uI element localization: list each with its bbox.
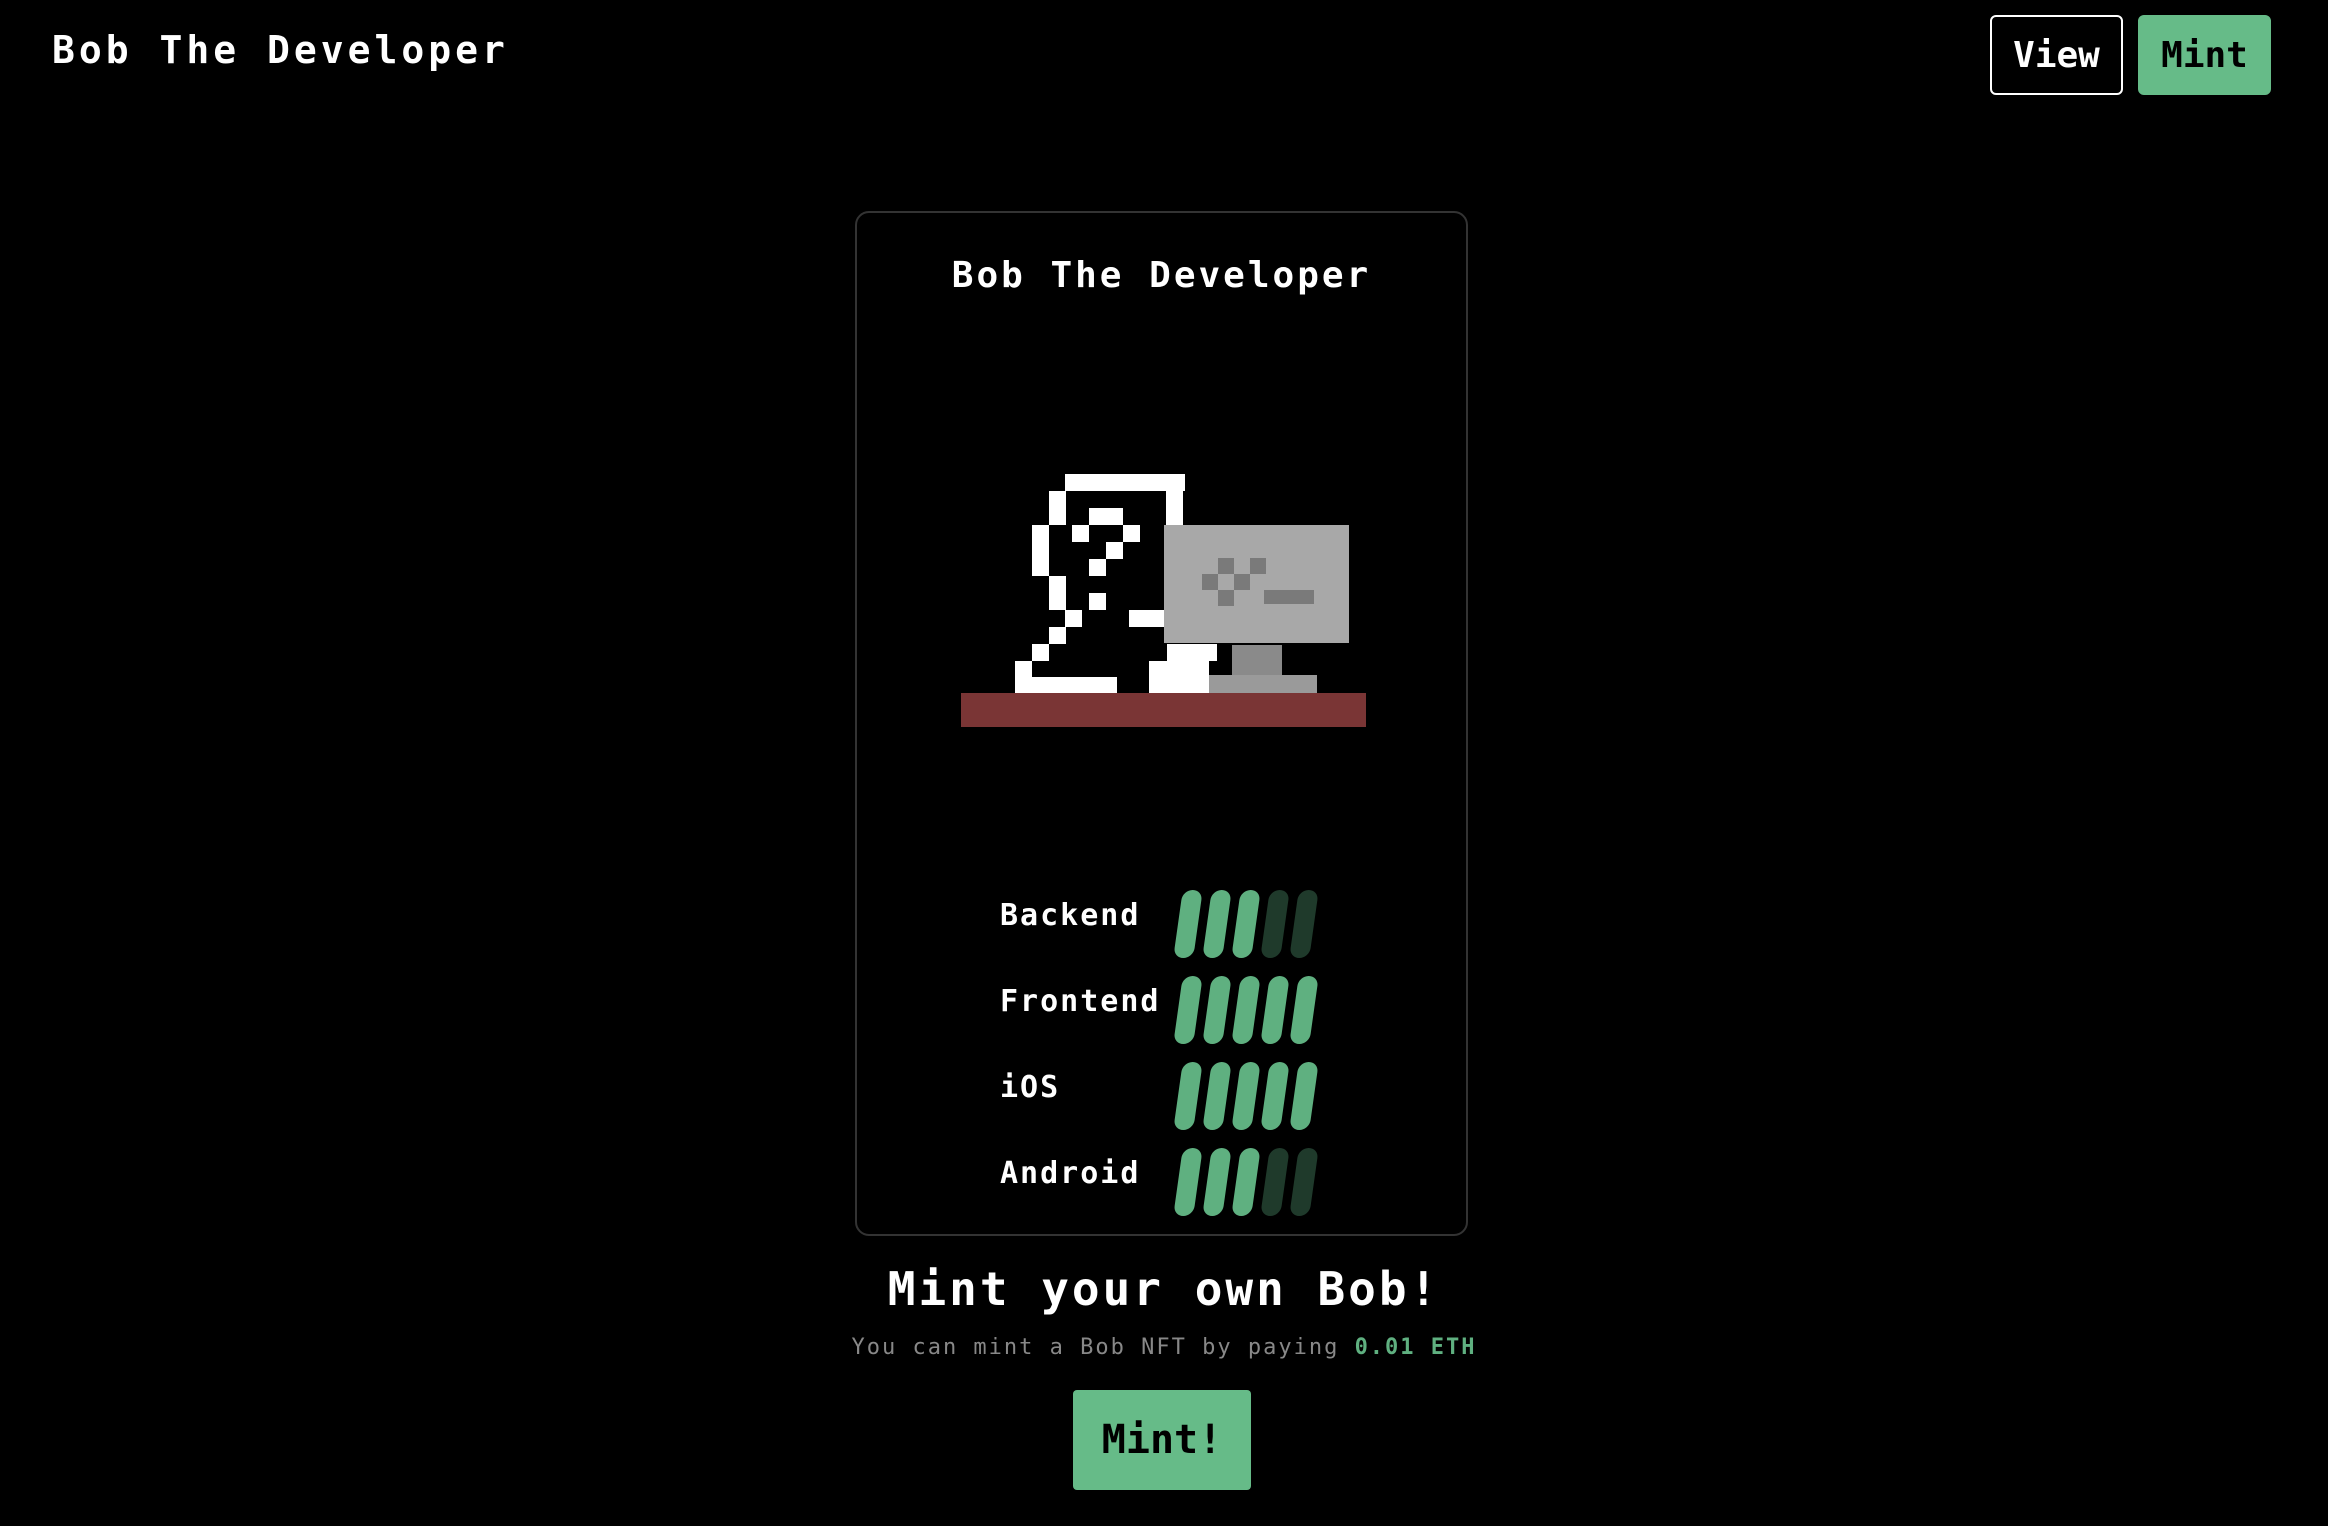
mint-button[interactable]: Mint! (1073, 1390, 1251, 1490)
stat-label: Backend (1000, 898, 1141, 933)
stat-label: Android (1000, 1156, 1141, 1191)
monitor-base (1197, 675, 1317, 693)
nft-card: Bob The Developer Backend Frontend iOS A… (855, 211, 1468, 1236)
skill-pip (1231, 976, 1261, 1044)
skill-pip (1202, 976, 1232, 1044)
stat-row-backend: Backend (1000, 878, 1400, 958)
skill-pip (1173, 1148, 1203, 1216)
view-nav-button[interactable]: View (1990, 15, 2123, 95)
site-brand[interactable]: Bob The Developer (52, 28, 509, 72)
skill-pip (1231, 1062, 1261, 1130)
skill-pip (1202, 890, 1232, 958)
stat-level-bar (1173, 890, 1348, 958)
skill-pip (1260, 890, 1290, 958)
mint-subtitle-text: You can mint a Bob NFT by paying (851, 1335, 1340, 1360)
stat-level-bar (1173, 976, 1348, 1044)
stat-level-bar (1173, 1148, 1348, 1216)
developer-avatar-icon (961, 474, 1366, 727)
stat-level-bar (1173, 1062, 1348, 1130)
skill-pip (1289, 890, 1319, 958)
skill-pip (1260, 1148, 1290, 1216)
desk-shape (961, 693, 1366, 727)
stat-label: iOS (1000, 1070, 1061, 1105)
skill-pip (1173, 1062, 1203, 1130)
mint-heading: Mint your own Bob! (887, 1262, 1441, 1316)
mint-nav-button[interactable]: Mint (2138, 15, 2271, 95)
skill-pip (1260, 976, 1290, 1044)
skill-pip (1202, 1148, 1232, 1216)
question-mark (1072, 508, 1140, 610)
skill-pip (1289, 1062, 1319, 1130)
skill-pip (1173, 976, 1203, 1044)
skill-pip (1173, 890, 1203, 958)
mint-price: 0.01 ETH (1354, 1335, 1477, 1360)
stat-row-ios: iOS (1000, 1050, 1400, 1130)
top-header: Bob The Developer View Mint (0, 0, 2328, 110)
skill-pip (1289, 976, 1319, 1044)
skill-pip (1260, 1062, 1290, 1130)
skill-pip (1231, 890, 1261, 958)
stat-label: Frontend (1000, 984, 1161, 1019)
stat-row-android: Android (1000, 1136, 1400, 1216)
skill-pip (1289, 1148, 1319, 1216)
skill-pip (1202, 1062, 1232, 1130)
mint-subtitle: You can mint a Bob NFT by paying 0.01 ET… (0, 1335, 2328, 1360)
monitor-screen (1164, 525, 1349, 643)
skill-pip (1231, 1148, 1261, 1216)
stat-row-frontend: Frontend (1000, 964, 1400, 1044)
